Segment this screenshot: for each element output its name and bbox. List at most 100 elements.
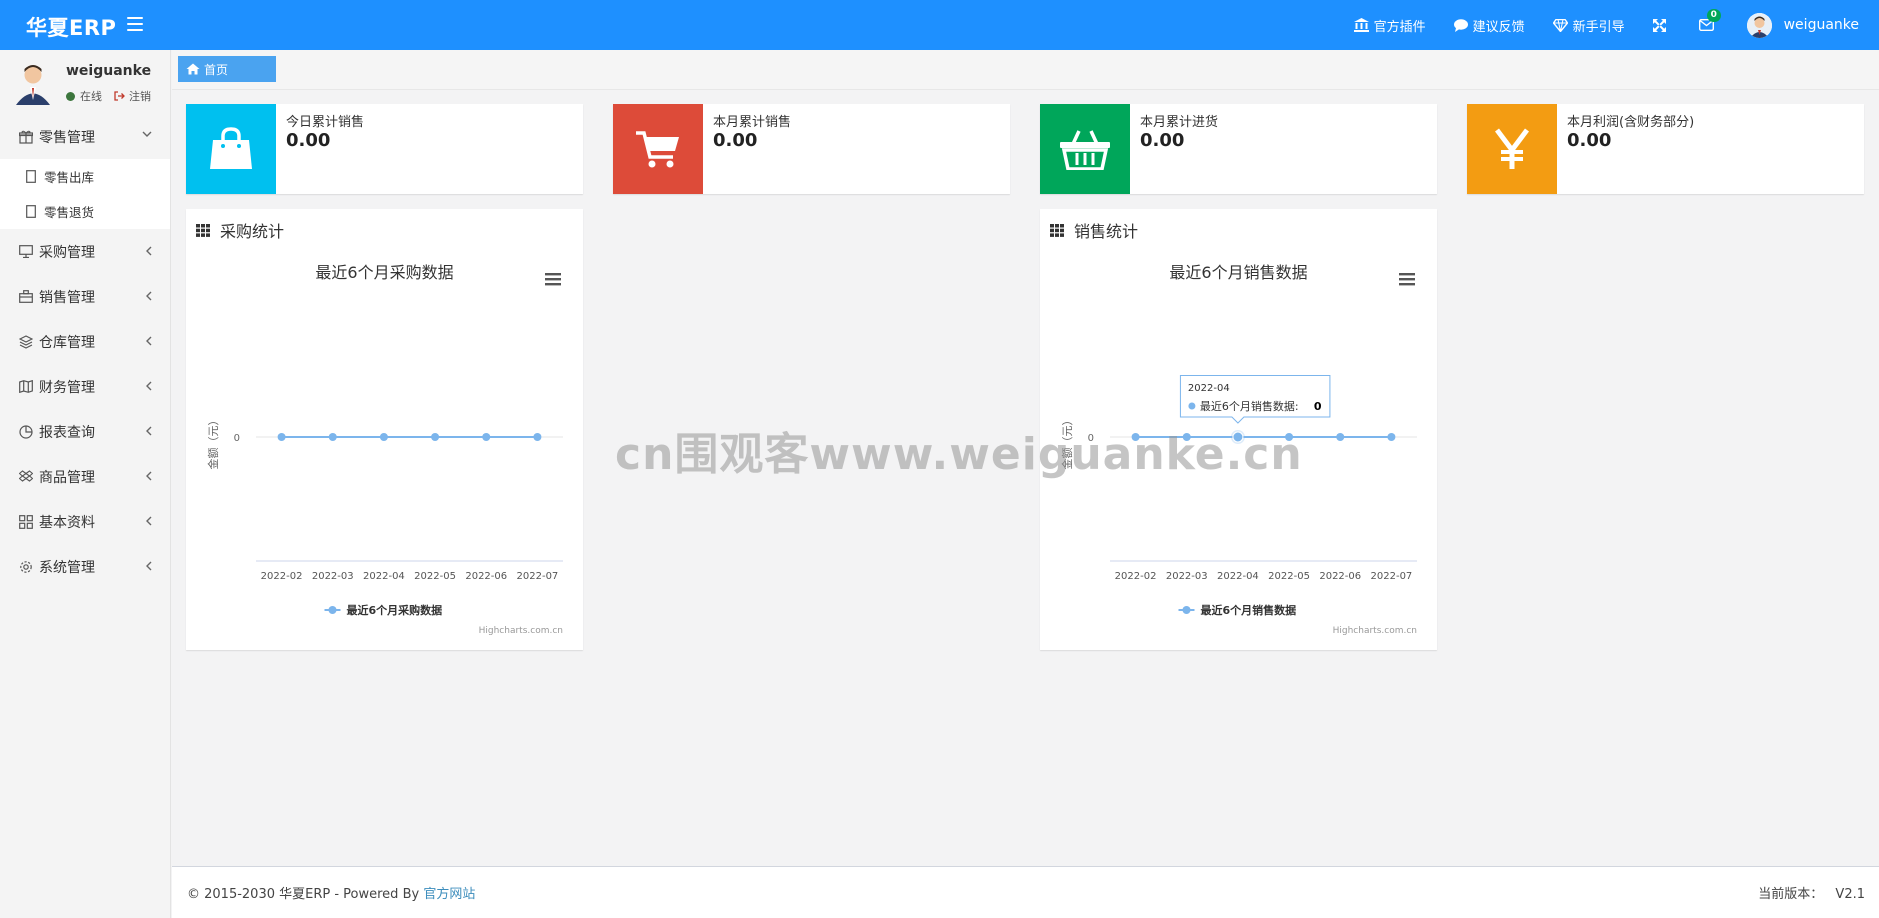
logout-label: 注销 — [129, 90, 151, 103]
data-point — [1336, 433, 1345, 441]
sidebar-item-label: 零售管理 — [39, 129, 95, 146]
version-label: 当前版本： — [1758, 887, 1824, 902]
fullscreen-button[interactable] — [1652, 18, 1671, 32]
tooltip-marker — [1188, 402, 1196, 410]
user-status: 在线 注销 — [66, 88, 151, 104]
online-label: 在线 — [80, 90, 102, 103]
menu-bar — [1399, 273, 1415, 276]
shopping-bag-icon — [210, 127, 252, 169]
data-point — [1387, 433, 1396, 441]
user-panel: weiguanke 在线 注销 — [0, 50, 170, 114]
sidebar-item-reports[interactable]: 报表查询 — [0, 409, 170, 454]
map-icon — [19, 380, 33, 393]
stat-label: 本月累计销售 — [713, 115, 792, 130]
home-icon — [186, 63, 200, 75]
y-axis-label: 金额（元） — [206, 415, 220, 470]
stat-label: 今日累计销售 — [286, 115, 365, 130]
chart-credits: Highcharts.com.cn — [479, 626, 563, 636]
sidebar-item-retail[interactable]: 零售管理 — [0, 114, 170, 159]
data-point — [328, 433, 337, 441]
stat-value: 0.00 — [1140, 130, 1185, 151]
chart-menu-icon[interactable] — [1399, 273, 1415, 286]
sidebar: weiguanke 在线 注销 零售管理 零售出库 零售退货 采购管理 销售管理… — [0, 50, 171, 918]
feedback-label: 建议反馈 — [1472, 19, 1525, 35]
expand-icon — [1652, 18, 1666, 32]
online-status-icon — [66, 91, 75, 101]
sidebar-item-purchase[interactable]: 采购管理 — [0, 229, 170, 274]
stat-icon-box — [1040, 104, 1130, 194]
stat-icon-box — [1467, 104, 1557, 194]
tooltip-x-label: 2022-04 — [1188, 383, 1230, 394]
chart-title: 最近6个月销售数据 — [1169, 263, 1307, 282]
message-count-badge: 0 — [1706, 9, 1721, 22]
x-tick-label: 2022-03 — [312, 571, 354, 582]
stat-month-sales: 本月累计销售 0.00 — [613, 104, 1010, 194]
beginner-guide-link[interactable]: 新手引导 — [1552, 16, 1625, 35]
briefcase-icon — [19, 290, 33, 303]
legend-label: 最近6个月销售数据 — [1201, 603, 1297, 617]
diamond-icon — [1552, 18, 1568, 32]
logout-link[interactable]: 注销 — [114, 88, 151, 104]
shopping-cart-icon — [636, 131, 679, 168]
official-plugins-label: 官方插件 — [1373, 19, 1426, 35]
watermark: cn围观客www.weiguanke.cn — [615, 429, 1303, 480]
sidebar-item-system[interactable]: 系统管理 — [0, 544, 170, 589]
stat-label: 本月累计进货 — [1140, 115, 1219, 130]
sidebar-item-retail-out[interactable]: 零售出库 — [0, 159, 170, 194]
chart-tooltip: 2022-04 最近6个月销售数据: 0 — [1179, 375, 1331, 424]
menu-bar — [1399, 283, 1415, 286]
sidebar-subitem-label: 零售出库 — [44, 170, 95, 185]
beginner-guide-label: 新手引导 — [1572, 19, 1625, 35]
stat-value: 0.00 — [713, 130, 758, 151]
chevron-left-icon — [146, 471, 152, 481]
data-point — [277, 433, 286, 441]
legend-marker — [1182, 606, 1191, 614]
footer-version: 当前版本： V2.1 — [1758, 883, 1865, 902]
tooltip-series-label: 最近6个月销售数据: — [1200, 399, 1299, 413]
stat-icon-box — [613, 104, 703, 194]
avatar — [14, 60, 52, 105]
chevron-left-icon — [146, 291, 152, 301]
sidebar-item-label: 报表查询 — [39, 424, 95, 441]
stat-label: 本月利润(含财务部分) — [1567, 115, 1695, 130]
legend-label: 最近6个月采购数据 — [347, 603, 443, 617]
chevron-left-icon — [146, 426, 152, 436]
tooltip-value: 0 — [1314, 400, 1322, 413]
sidebar-item-retail-return[interactable]: 零售退货 — [0, 194, 170, 229]
legend-marker — [328, 606, 337, 614]
footer: © 2015-2030 华夏ERP - Powered By 官方网站 当前版本… — [172, 866, 1879, 918]
sidebar-toggle-icon[interactable] — [127, 17, 143, 31]
x-tick-label: 2022-06 — [465, 571, 507, 582]
sidebar-item-warehouse[interactable]: 仓库管理 — [0, 319, 170, 364]
sidebar-item-finance[interactable]: 财务管理 — [0, 364, 170, 409]
brand-logo[interactable]: 华夏ERP — [26, 12, 116, 42]
sidebar-item-label: 系统管理 — [39, 559, 95, 576]
sidebar-username: weiguanke — [66, 63, 152, 79]
menu-bar — [545, 273, 561, 276]
official-site-link[interactable]: 官方网站 — [423, 887, 475, 902]
retail-submenu: 零售出库 零售退货 — [0, 159, 170, 229]
feedback-link[interactable]: 建议反馈 — [1453, 16, 1525, 35]
x-tick-label: 2022-02 — [261, 571, 303, 582]
grid-icon — [19, 514, 33, 529]
shopping-basket-icon — [1060, 130, 1110, 170]
sidebar-item-sales[interactable]: 销售管理 — [0, 274, 170, 319]
x-tick-label: 2022-04 — [1217, 571, 1259, 582]
stat-month-profit: 本月利润(含财务部分) 0.00 — [1467, 104, 1864, 194]
x-tick-label: 2022-05 — [414, 571, 456, 582]
copyright-text: © 2015-2030 华夏ERP - Powered By — [187, 887, 420, 902]
chart-menu-icon[interactable] — [545, 273, 561, 286]
tab-home[interactable]: 首页 — [178, 56, 276, 82]
sidebar-item-label: 采购管理 — [39, 244, 95, 261]
sidebar-item-label: 基本资料 — [39, 514, 95, 531]
official-plugins-link[interactable]: 官方插件 — [1353, 16, 1426, 35]
file-icon — [26, 205, 36, 218]
sidebar-item-products[interactable]: 商品管理 — [0, 454, 170, 499]
footer-copyright: © 2015-2030 华夏ERP - Powered By 官方网站 — [187, 883, 475, 902]
chevron-left-icon — [146, 561, 152, 571]
sidebar-item-label: 商品管理 — [39, 469, 95, 486]
messages-button[interactable]: 0 — [1698, 9, 1721, 31]
sidebar-item-basic-data[interactable]: 基本资料 — [0, 499, 170, 544]
top-navbar: 华夏ERP 官方插件 建议反馈 新手引导 0 weiguanke — [0, 0, 1879, 50]
user-menu[interactable]: weiguanke — [1746, 12, 1859, 38]
